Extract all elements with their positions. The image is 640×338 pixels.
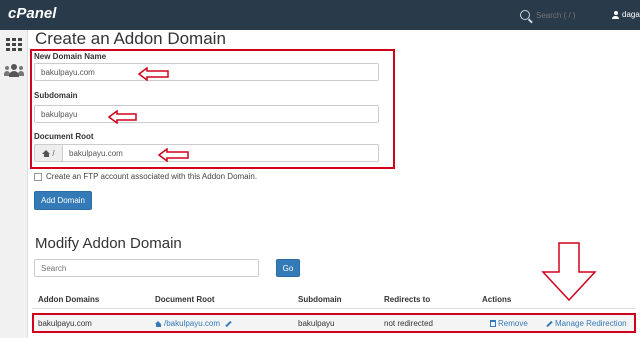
column-header-addon-domains[interactable]: Addon Domains xyxy=(38,295,99,304)
main-content: Create an Addon Domain New Domain Name S… xyxy=(28,29,640,338)
column-header-subdomain[interactable]: Subdomain xyxy=(298,295,342,304)
document-root-label: Document Root xyxy=(34,132,94,141)
cpanel-logo[interactable]: cPanel xyxy=(8,5,56,22)
annotation-arrow-left-icon xyxy=(138,67,169,81)
subdomain-input[interactable] xyxy=(34,105,379,123)
home-icon xyxy=(42,149,51,157)
document-root-prefix: / xyxy=(34,144,62,162)
document-root-group: / xyxy=(34,144,379,162)
top-search-input[interactable] xyxy=(536,8,616,22)
ftp-checkbox[interactable] xyxy=(34,172,42,181)
cell-document-root-link[interactable]: /bakulpayu.com xyxy=(155,319,234,328)
document-root-input[interactable] xyxy=(62,144,379,162)
column-header-document-root[interactable]: Document Root xyxy=(155,295,215,304)
addon-search-input[interactable] xyxy=(34,259,259,277)
page-title: Create an Addon Domain xyxy=(35,29,226,48)
modify-section-title: Modify Addon Domain xyxy=(35,235,182,252)
table-header-divider xyxy=(32,308,636,309)
cell-addon-domain: bakulpayu.com xyxy=(38,319,92,328)
search-icon xyxy=(520,10,530,20)
remove-link[interactable]: Remove xyxy=(490,319,528,328)
ftp-option: Create an FTP account associated with th… xyxy=(34,172,257,181)
manage-redirection-link[interactable]: Manage Redirection xyxy=(546,319,627,328)
sidebar xyxy=(0,30,28,338)
subdomain-label: Subdomain xyxy=(34,91,78,100)
new-domain-label: New Domain Name xyxy=(34,52,107,61)
top-bar: cPanel dagas xyxy=(0,0,640,30)
column-header-actions: Actions xyxy=(482,295,512,304)
trash-icon xyxy=(490,320,496,328)
new-domain-input[interactable] xyxy=(34,63,379,81)
annotation-arrow-left-icon xyxy=(108,110,137,124)
pencil-icon[interactable] xyxy=(225,320,232,328)
user-menu[interactable]: dagas xyxy=(612,10,640,19)
add-domain-button[interactable]: Add Domain xyxy=(34,191,92,210)
cell-redirect-status: not redirected xyxy=(384,319,433,328)
pencil-icon xyxy=(546,320,553,328)
go-button[interactable]: Go xyxy=(276,259,300,277)
users-icon[interactable] xyxy=(4,64,24,78)
annotation-arrow-left-icon xyxy=(158,148,189,162)
username: dagas xyxy=(622,10,640,19)
cell-subdomain: bakulpayu xyxy=(298,319,335,328)
ftp-label: Create an FTP account associated with th… xyxy=(46,172,258,181)
user-icon xyxy=(612,10,619,19)
annotation-arrow-down-icon xyxy=(541,242,597,302)
column-header-redirects-to[interactable]: Redirects to xyxy=(384,295,430,304)
grid-icon[interactable] xyxy=(6,38,22,52)
top-search xyxy=(520,8,616,22)
home-icon xyxy=(155,320,162,327)
